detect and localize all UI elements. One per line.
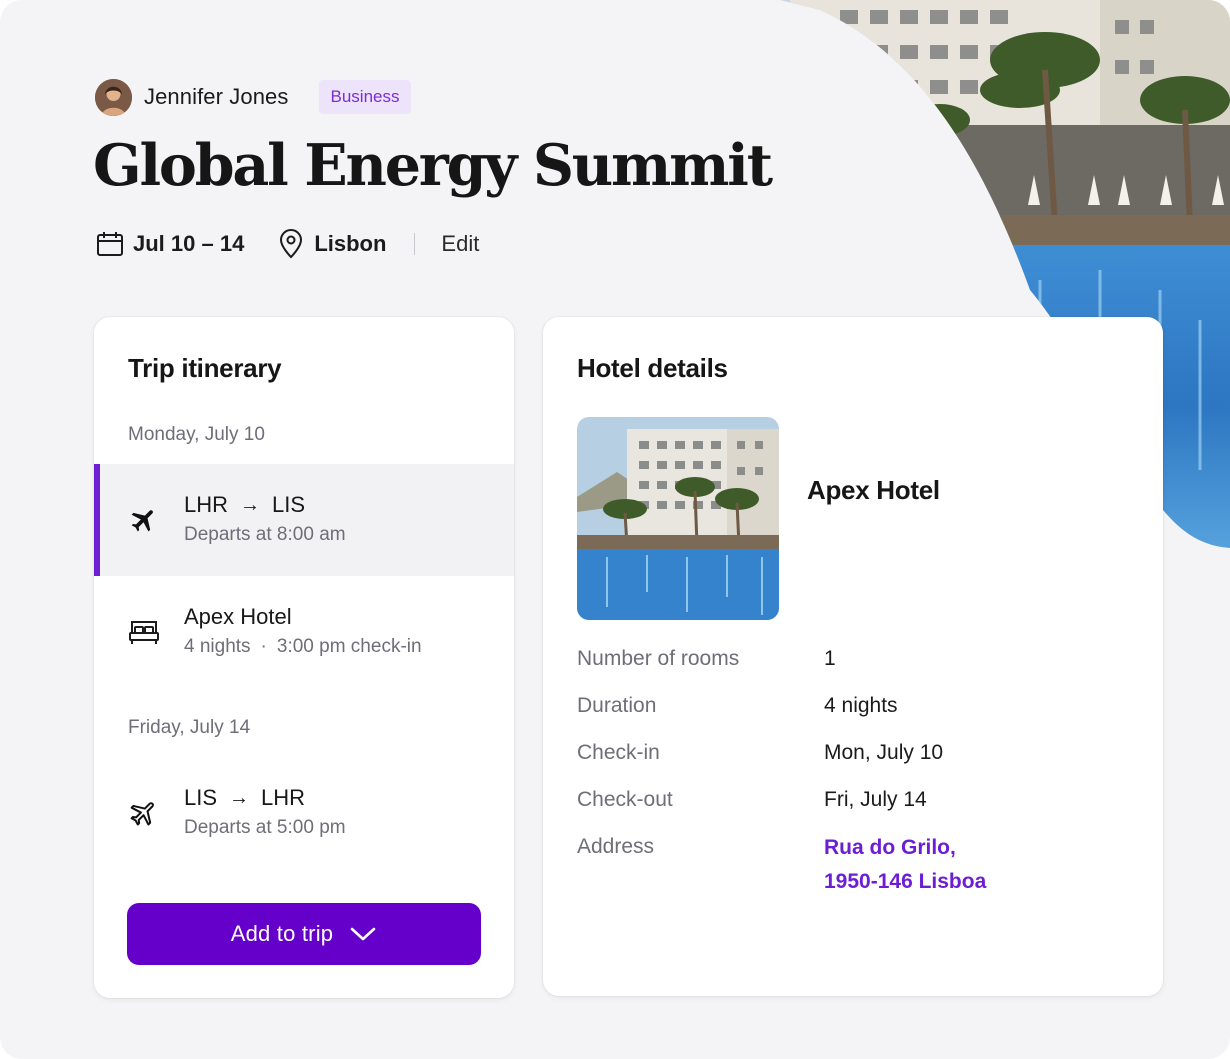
trip-dates: Jul 10 – 14 [133,231,245,256]
flight-destination: LIS [272,492,306,517]
separator-dot: · [260,636,267,657]
itinerary-item-outbound-flight[interactable]: LHR → LIS Departs at 8:00 am [94,464,514,576]
airplane-outline-icon [128,797,160,829]
address-line-2: 1950-146 Lisboa [824,870,987,893]
detail-label-checkin: Check-in [577,741,660,764]
hotel-details-card: Hotel details Apex Hotel Number of rooms… [543,317,1163,996]
trip-meta: Jul 10 – 14 Lisbon Edit [95,226,479,262]
itinerary-title: Trip itinerary [128,353,282,383]
edit-trip-link[interactable]: Edit [441,231,479,257]
detail-value-checkin: Mon, July 10 [824,741,944,764]
hotel-details-title: Hotel details [577,353,728,383]
arrow-right-icon: → [229,786,250,809]
trip-type-badge: Business [318,80,412,114]
bed-icon [128,616,160,648]
itinerary-item-hotel[interactable]: Apex Hotel 4 nights · 3:00 pm check-in [94,576,514,688]
trip-location: Lisbon [314,231,387,256]
add-to-trip-label: Add to trip [230,921,334,946]
trip-owner: Jennifer Jones Business [95,78,412,116]
hotel-item-checkin: 3:00 pm check-in [276,636,422,657]
map-pin-icon [276,229,306,259]
day-label: Friday, July 14 [128,717,251,738]
add-to-trip-button[interactable]: Add to trip [127,903,481,965]
airplane-filled-icon [128,504,160,536]
detail-label-address: Address [577,835,655,858]
hotel-item-nights: 4 nights [184,636,251,657]
hotel-item-title: Apex Hotel [184,604,292,629]
flight-departure-time: Departs at 8:00 am [184,524,346,545]
owner-name: Jennifer Jones [144,84,289,109]
hotel-address-link[interactable]: Rua do Grilo, 1950-146 Lisboa [824,831,986,899]
divider [414,233,416,255]
detail-label-checkout: Check-out [577,788,673,811]
day-label: Monday, July 10 [128,424,265,445]
calendar-icon [95,229,125,259]
trip-itinerary-card: Trip itinerary Monday, July 10 LHR → LIS… [94,317,514,998]
avatar[interactable] [95,78,132,116]
flight-departure-time: Departs at 5:00 pm [184,817,346,838]
address-line-1: Rua do Grilo, [824,836,956,859]
flight-destination: LHR [261,785,306,810]
arrow-right-icon: → [240,493,261,516]
flight-origin: LIS [184,785,218,810]
page-title: Global Energy Summit [93,132,773,199]
itinerary-item-return-flight[interactable]: LIS → LHR Departs at 5:00 pm [94,757,514,869]
detail-value-rooms: 1 [824,647,836,670]
detail-value-checkout: Fri, July 14 [824,788,927,811]
detail-value-duration: 4 nights [824,694,898,717]
flight-origin: LHR [184,492,229,517]
detail-label-duration: Duration [577,694,657,717]
chevron-down-icon [349,925,377,943]
trip-page: Jennifer Jones Business Global Energy Su… [0,0,1230,1059]
detail-label-rooms: Number of rooms [577,647,740,670]
hotel-photo[interactable] [577,417,779,620]
hotel-name: Apex Hotel [807,475,940,505]
